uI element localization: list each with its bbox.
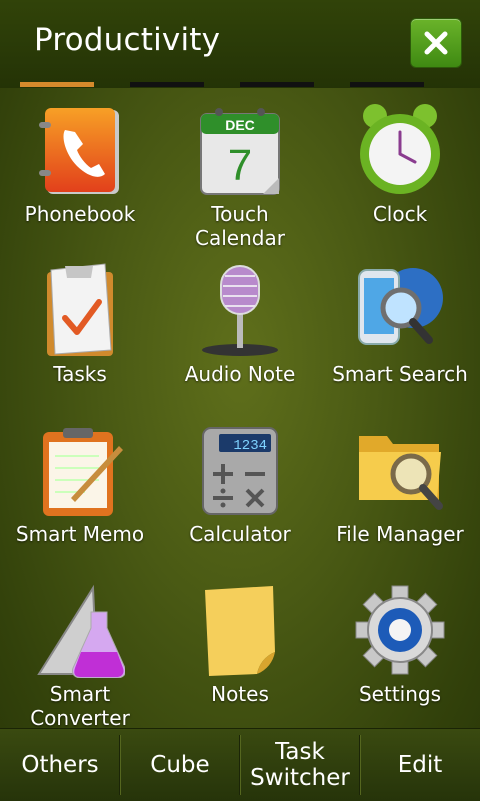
app-calculator[interactable]: 1234 Calculator [160, 416, 320, 576]
task-switcher-button[interactable]: Task Switcher [240, 729, 360, 801]
microphone-icon [202, 265, 278, 356]
search-globe-icon [358, 268, 443, 345]
app-label: Calculator [189, 522, 291, 546]
app-smart-memo[interactable]: Smart Memo [0, 416, 160, 576]
app-audio-note[interactable]: Audio Note [160, 256, 320, 416]
page-title: Productivity [34, 22, 221, 58]
edit-button[interactable]: Edit [360, 729, 480, 801]
app-label: File Manager [336, 522, 464, 546]
app-file-manager[interactable]: File Manager [320, 416, 480, 576]
app-label: Audio Note [184, 362, 296, 386]
calendar-day: 7 [228, 141, 252, 190]
app-label: Clock [372, 202, 428, 226]
calendar-month: DEC [225, 117, 255, 133]
calculator-icon: 1234 [202, 427, 278, 515]
sticky-note-icon [205, 586, 275, 676]
calendar-icon: DEC 7 [200, 108, 280, 195]
alarm-clock-icon [360, 104, 440, 194]
memo-icon [43, 428, 123, 516]
app-touch-calendar[interactable]: DEC 7 Touch Calendar [160, 96, 320, 256]
phonebook-icon [39, 108, 119, 194]
app-label: Smart Converter [30, 682, 130, 730]
bottom-bar: Others Cube Task Switcher Edit [0, 728, 480, 801]
app-phonebook[interactable]: Phonebook [0, 96, 160, 256]
app-label: Phonebook [24, 202, 136, 226]
cube-button[interactable]: Cube [120, 729, 240, 801]
app-smart-search[interactable]: Smart Search [320, 256, 480, 416]
page-indicator-3 [240, 82, 314, 87]
app-settings[interactable]: Settings [320, 576, 480, 736]
app-label: Touch Calendar [195, 202, 285, 250]
close-button[interactable] [410, 18, 462, 68]
app-label: Smart Search [332, 362, 468, 386]
app-notes[interactable]: Notes [160, 576, 320, 736]
folder-search-icon [359, 436, 443, 510]
page-indicator-1 [20, 82, 94, 87]
tasks-clipboard-icon [47, 263, 113, 356]
others-button[interactable]: Others [0, 729, 120, 801]
app-label: Smart Memo [15, 522, 145, 546]
app-tasks[interactable]: Tasks [0, 256, 160, 416]
title-bar: Productivity [0, 0, 480, 88]
app-label: Tasks [53, 362, 107, 386]
gear-icon [355, 585, 445, 675]
app-smart-converter[interactable]: Smart Converter [0, 576, 160, 736]
close-icon [424, 31, 448, 55]
page-indicator-4 [350, 82, 424, 87]
app-label: Settings [358, 682, 442, 706]
app-label: Notes [211, 682, 269, 706]
converter-flask-icon [37, 584, 125, 678]
calculator-display: 1234 [233, 438, 267, 454]
page-indicator-2 [130, 82, 204, 87]
app-clock[interactable]: Clock [320, 96, 480, 256]
